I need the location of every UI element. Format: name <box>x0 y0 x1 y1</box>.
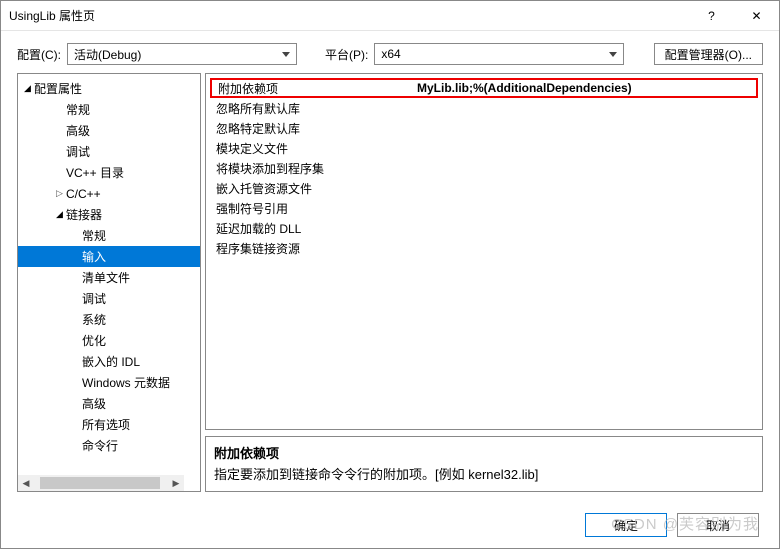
grid-key: 模块定义文件 <box>210 140 415 157</box>
tree-item-label: 命令行 <box>82 437 118 454</box>
tree-item[interactable]: 输入 <box>18 246 200 267</box>
grid-key: 附加依赖项 <box>212 80 417 97</box>
window-title: UsingLib 属性页 <box>9 7 689 24</box>
tree-item-label: 调试 <box>66 143 90 160</box>
grid-key: 强制符号引用 <box>210 200 415 217</box>
platform-select[interactable]: x64 <box>374 43 624 65</box>
grid-key: 忽略特定默认库 <box>210 120 415 137</box>
tree-item[interactable]: ▷C/C++ <box>18 183 200 204</box>
chevron-down-icon: ◢ <box>56 209 66 220</box>
tree-item[interactable]: 常规 <box>18 225 200 246</box>
close-button[interactable]: ✕ <box>734 1 779 31</box>
footer: 确定 取消 CSDN @芙容别为我 <box>1 502 779 548</box>
tree-item-label: 清单文件 <box>82 269 130 286</box>
grid-row[interactable]: 将模块添加到程序集 <box>210 158 758 178</box>
tree-item[interactable]: 清单文件 <box>18 267 200 288</box>
description-title: 附加依赖项 <box>214 443 754 462</box>
tree-item[interactable]: Windows 元数据 <box>18 372 200 393</box>
tree-item-label: 链接器 <box>66 206 102 223</box>
tree-item-label: Windows 元数据 <box>82 374 170 391</box>
tree-item-label: 常规 <box>66 101 90 118</box>
config-label: 配置(C): <box>17 46 61 63</box>
config-manager-button[interactable]: 配置管理器(O)... <box>654 43 763 65</box>
tree-item[interactable]: VC++ 目录 <box>18 162 200 183</box>
close-icon: ✕ <box>751 9 761 23</box>
tree-item-label: 常规 <box>82 227 106 244</box>
grid-row[interactable]: 程序集链接资源 <box>210 238 758 258</box>
grid-key: 将模块添加到程序集 <box>210 160 415 177</box>
chevron-down-icon: ◢ <box>24 83 34 94</box>
tree-item[interactable]: 命令行 <box>18 435 200 456</box>
tree-item[interactable]: 所有选项 <box>18 414 200 435</box>
tree-item[interactable]: 调试 <box>18 288 200 309</box>
config-select[interactable]: 活动(Debug) <box>67 43 297 65</box>
grid-row[interactable]: 模块定义文件 <box>210 138 758 158</box>
grid-row[interactable]: 忽略特定默认库 <box>210 118 758 138</box>
chevron-right-icon: ▷ <box>56 188 66 199</box>
tree-item-label: 系统 <box>82 311 106 328</box>
scrollbar-horizontal[interactable]: ◀ ▶ <box>18 475 184 491</box>
tree-item-label: 高级 <box>66 122 90 139</box>
grid-value[interactable]: MyLib.lib;%(AdditionalDependencies) <box>417 81 756 95</box>
config-bar: 配置(C): 活动(Debug) 平台(P): x64 配置管理器(O)... <box>1 31 779 73</box>
grid-key: 延迟加载的 DLL <box>210 220 415 237</box>
ok-button[interactable]: 确定 <box>585 513 667 537</box>
description-pane: 附加依赖项 指定要添加到链接命令令行的附加项。[例如 kernel32.lib] <box>205 436 763 492</box>
tree-item[interactable]: 系统 <box>18 309 200 330</box>
grid-row[interactable]: 附加依赖项MyLib.lib;%(AdditionalDependencies) <box>210 78 758 98</box>
description-text: 指定要添加到链接命令令行的附加项。[例如 kernel32.lib] <box>214 464 754 483</box>
tree-item[interactable]: 高级 <box>18 393 200 414</box>
grid-row[interactable]: 忽略所有默认库 <box>210 98 758 118</box>
help-button[interactable]: ? <box>689 1 734 31</box>
tree-item-label: 所有选项 <box>82 416 130 433</box>
scroll-right-icon[interactable]: ▶ <box>168 475 184 491</box>
tree-item-label: VC++ 目录 <box>66 164 124 181</box>
tree-item-label: 高级 <box>82 395 106 412</box>
property-grid[interactable]: 附加依赖项MyLib.lib;%(AdditionalDependencies)… <box>205 73 763 430</box>
tree-item[interactable]: 常规 <box>18 99 200 120</box>
grid-key: 程序集链接资源 <box>210 240 415 257</box>
tree-item-label: 嵌入的 IDL <box>82 353 140 370</box>
titlebar: UsingLib 属性页 ? ✕ <box>1 1 779 31</box>
tree-item-label: 输入 <box>82 248 106 265</box>
grid-row[interactable]: 延迟加载的 DLL <box>210 218 758 238</box>
tree-item-label: C/C++ <box>66 187 101 201</box>
tree-pane[interactable]: ◢ 配置属性 常规高级调试VC++ 目录▷C/C++◢链接器常规输入清单文件调试… <box>17 73 201 492</box>
tree-item-label: 调试 <box>82 290 106 307</box>
tree-item-label: 优化 <box>82 332 106 349</box>
scroll-left-icon[interactable]: ◀ <box>18 475 34 491</box>
platform-label: 平台(P): <box>325 46 368 63</box>
tree-root[interactable]: ◢ 配置属性 <box>18 78 200 99</box>
grid-row[interactable]: 嵌入托管资源文件 <box>210 178 758 198</box>
tree-item[interactable]: 优化 <box>18 330 200 351</box>
tree-item[interactable]: 调试 <box>18 141 200 162</box>
cancel-button[interactable]: 取消 <box>677 513 759 537</box>
grid-row[interactable]: 强制符号引用 <box>210 198 758 218</box>
grid-key: 忽略所有默认库 <box>210 100 415 117</box>
tree-item[interactable]: 嵌入的 IDL <box>18 351 200 372</box>
grid-key: 嵌入托管资源文件 <box>210 180 415 197</box>
tree-item[interactable]: 高级 <box>18 120 200 141</box>
tree-item[interactable]: ◢链接器 <box>18 204 200 225</box>
help-icon: ? <box>708 9 715 23</box>
